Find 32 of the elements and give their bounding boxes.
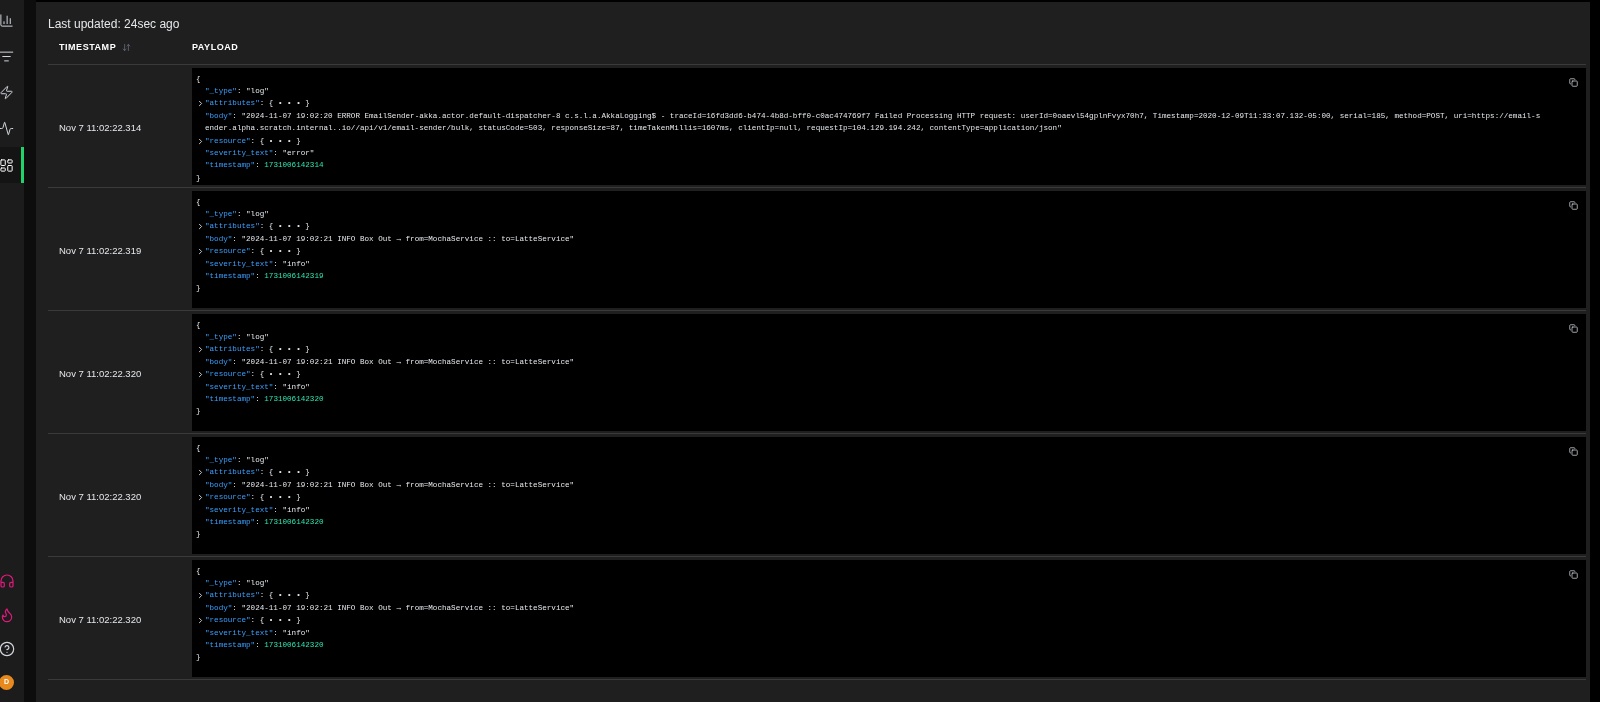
lightning-icon [0, 85, 14, 100]
expand-chevron-icon[interactable] [196, 370, 205, 380]
copy-icon[interactable] [1569, 569, 1578, 579]
expand-chevron-icon[interactable] [196, 99, 205, 109]
expand-chevron-icon[interactable] [196, 345, 205, 355]
copy-icon[interactable] [1569, 200, 1578, 210]
copy-icon[interactable] [1569, 323, 1578, 333]
timestamp-cell: Nov 7 11:02:22.320 [59, 614, 142, 625]
copy-icon[interactable] [1569, 77, 1578, 87]
timestamp-cell: Nov 7 11:02:22.319 [59, 245, 142, 256]
expand-chevron-icon[interactable] [196, 222, 205, 232]
last-updated: Last updated: 24sec ago [48, 16, 181, 31]
expand-chevron-icon[interactable] [196, 493, 205, 503]
column-header[interactable]: TIMESTAMP [59, 40, 117, 55]
filter-icon [0, 49, 14, 64]
expand-chevron-icon[interactable] [196, 616, 205, 626]
help-icon[interactable] [0, 641, 15, 657]
expand-chevron-icon[interactable] [196, 247, 205, 257]
timestamp-cell: Nov 7 11:02:22.314 [59, 122, 142, 133]
flame-icon[interactable] [0, 607, 15, 623]
dashboard-icon [0, 157, 14, 173]
column-header: PAYLOAD [192, 40, 239, 54]
timestamp-cell: Nov 7 11:02:22.320 [59, 491, 142, 502]
bar-chart-icon [0, 13, 14, 28]
expand-chevron-icon[interactable] [196, 468, 205, 478]
expand-chevron-icon[interactable] [196, 591, 205, 601]
nav-item[interactable] [0, 147, 24, 183]
timestamp-cell: Nov 7 11:02:22.320 [59, 368, 142, 379]
headset-icon[interactable] [0, 573, 15, 589]
pulse-icon [0, 121, 14, 136]
copy-icon[interactable] [1569, 446, 1578, 456]
expand-chevron-icon[interactable] [196, 136, 205, 146]
